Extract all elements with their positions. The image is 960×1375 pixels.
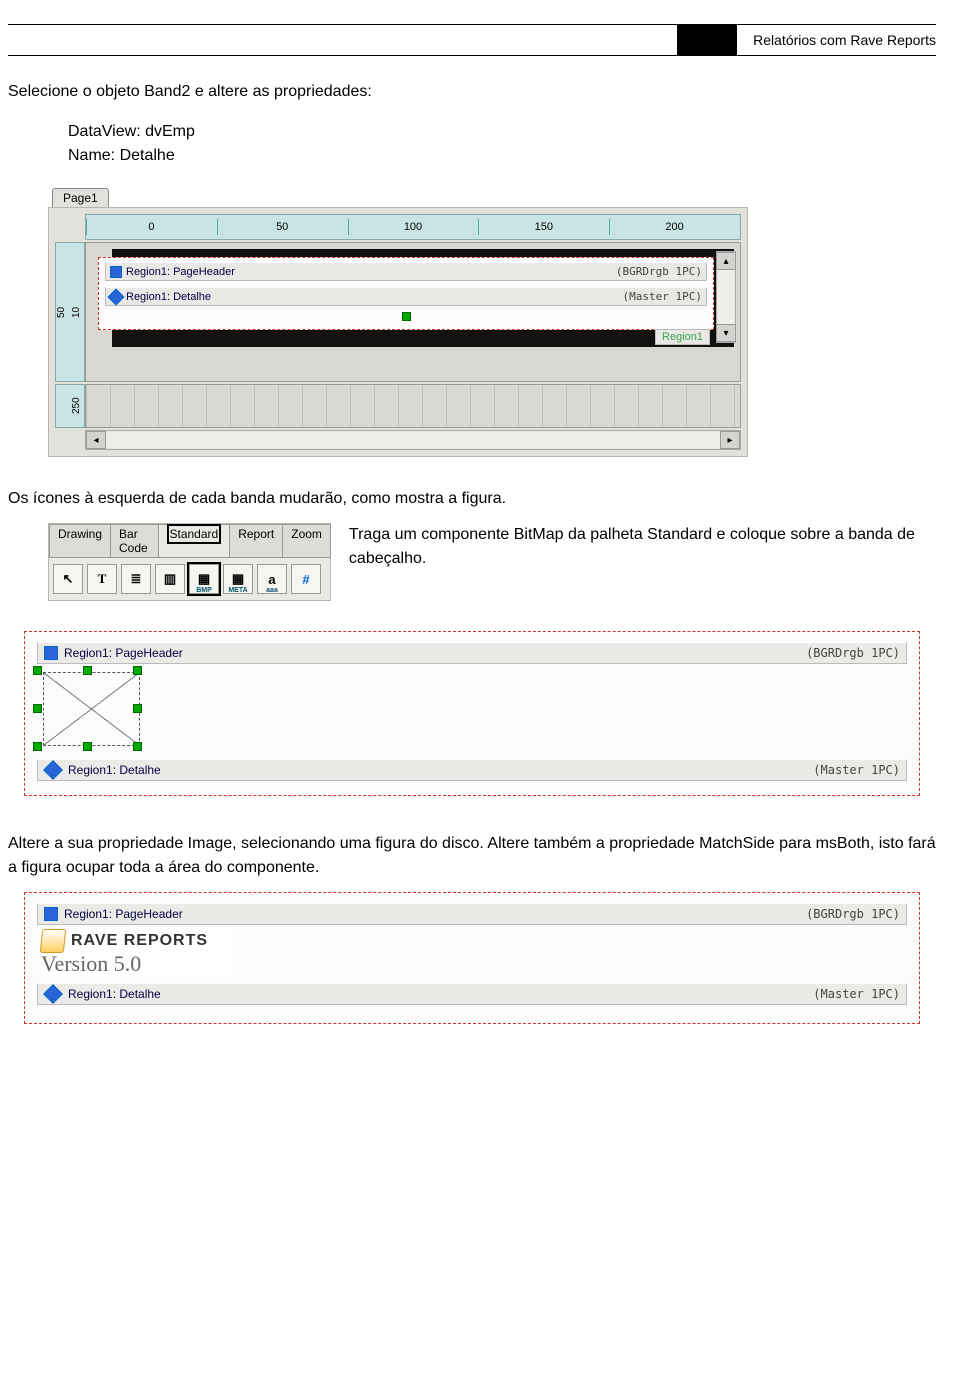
mid-text: Os ícones à esquerda de cada banda mudar… [8, 487, 936, 511]
tool-cursor[interactable]: ↖ [53, 564, 83, 594]
vertical-ruler-bottom: 250 [55, 384, 85, 428]
component-palette: Drawing Bar Code Standard Report Zoom ↖ … [48, 523, 331, 601]
ruler-tick: 200 [609, 221, 740, 233]
header-blackbox [677, 25, 737, 55]
vertical-ruler-top: 10 50 [55, 242, 85, 382]
scroll-right-button[interactable]: ▸ [720, 431, 740, 449]
tool-section[interactable]: ▥ [155, 564, 185, 594]
band-label: Region1: Detalhe [68, 987, 813, 1001]
resize-handle[interactable] [133, 666, 142, 675]
tool-memo[interactable]: ≣ [121, 564, 151, 594]
horizontal-ruler: 0 50 100 150 200 [85, 214, 741, 240]
palette-text: Traga um componente BitMap da palheta St… [349, 523, 936, 571]
resize-handle[interactable] [402, 312, 411, 321]
band-icon [43, 760, 63, 780]
intro-text: Selecione o objeto Band2 e altere as pro… [8, 80, 936, 104]
band-flags: (Master 1PC) [623, 290, 702, 303]
resize-handle[interactable] [133, 742, 142, 751]
region1[interactable]: Region1: PageHeader (BGRDrgb 1PC) Region… [98, 257, 714, 330]
header-title: Relatórios com Rave Reports [737, 32, 936, 48]
tool-bitmap[interactable]: BMP▦ [189, 564, 219, 594]
band-flags: (Master 1PC) [813, 987, 900, 1001]
resize-handle[interactable] [83, 666, 92, 675]
band-flags: (BGRDrgb 1PC) [806, 646, 900, 660]
band-icon [110, 266, 122, 278]
horizontal-scrollbar[interactable]: ◂ ▸ [85, 430, 741, 450]
page-header: Relatórios com Rave Reports [8, 24, 936, 56]
vertical-scrollbar[interactable]: ▴ ▾ [716, 251, 736, 343]
band-label: Region1: PageHeader [64, 907, 806, 921]
props-block: DataView: dvEmp Name: Detalhe [68, 120, 936, 168]
band-icon [44, 646, 58, 660]
page-tab[interactable]: Page1 [52, 188, 109, 207]
palette-tab-zoom[interactable]: Zoom [282, 524, 331, 557]
para-image-prop: Altere a sua propriedade Image, selecion… [8, 832, 936, 880]
band-pageheader[interactable]: Region1: PageHeader (BGRDrgb 1PC) [37, 642, 907, 664]
prop-name: Name: Detalhe [68, 144, 936, 168]
tool-fontmaster[interactable]: aaaa [257, 564, 287, 594]
screenshot-region-with-logo: Region1: PageHeader (BGRDrgb 1PC) RAVE R… [24, 892, 920, 1024]
band-label: Region1: Detalhe [126, 291, 623, 303]
resize-handle[interactable] [33, 704, 42, 713]
palette-tab-drawing[interactable]: Drawing [49, 524, 111, 557]
band-icon [44, 907, 58, 921]
ruler-tick: 10 [69, 243, 84, 381]
band-pageheader[interactable]: Region1: PageHeader (BGRDrgb 1PC) [37, 903, 907, 925]
screenshot-region-with-placeholder: Region1: PageHeader (BGRDrgb 1PC) Region… [24, 631, 920, 796]
screenshot-design-surface: Page1 0 50 100 150 200 10 50 [48, 188, 748, 457]
band-flags: (BGRDrgb 1PC) [806, 907, 900, 921]
band-label: Region1: Detalhe [68, 763, 813, 777]
resize-handle[interactable] [83, 742, 92, 751]
tool-metafile[interactable]: META▦ [223, 564, 253, 594]
band-label: Region1: PageHeader [126, 266, 616, 278]
ruler-tick: 250 [69, 385, 84, 427]
ruler-tick: 100 [348, 221, 479, 233]
ruler-tick: 0 [86, 221, 217, 233]
band-flags: (Master 1PC) [813, 763, 900, 777]
bitmap-placeholder[interactable] [43, 672, 140, 746]
design-canvas-lower[interactable] [85, 384, 741, 428]
scroll-up-button[interactable]: ▴ [716, 252, 736, 270]
rave-brand-text: RAVE REPORTS [71, 932, 208, 950]
resize-handle[interactable] [133, 704, 142, 713]
tool-text[interactable]: T [87, 564, 117, 594]
palette-tab-standard[interactable]: Standard [158, 524, 231, 557]
resize-handle[interactable] [33, 666, 42, 675]
resize-handle[interactable] [33, 742, 42, 751]
ruler-tick: 50 [54, 243, 69, 381]
band-icon [108, 288, 125, 305]
rave-logo: RAVE REPORTS Version 5.0 [41, 929, 231, 977]
ruler-tick: 150 [478, 221, 609, 233]
palette-tab-report[interactable]: Report [229, 524, 283, 557]
scroll-left-button[interactable]: ◂ [86, 431, 106, 449]
scroll-down-button[interactable]: ▾ [716, 324, 736, 342]
band-flags: (BGRDrgb 1PC) [616, 265, 702, 278]
band-label: Region1: PageHeader [64, 646, 806, 660]
design-canvas[interactable]: Region1: PageHeader (BGRDrgb 1PC) Region… [85, 242, 741, 382]
band-pageheader[interactable]: Region1: PageHeader (BGRDrgb 1PC) [105, 262, 707, 281]
tool-pagenum[interactable]: # [291, 564, 321, 594]
palette-tab-barcode[interactable]: Bar Code [110, 524, 158, 557]
rave-version: Version 5.0 [41, 951, 141, 977]
band-detalhe[interactable]: Region1: Detalhe (Master 1PC) [37, 759, 907, 781]
ruler-tick: 50 [217, 221, 348, 233]
band-icon [43, 984, 63, 1004]
prop-dataview: DataView: dvEmp [68, 120, 936, 144]
rave-book-icon [40, 929, 67, 953]
region-label: Region1 [655, 329, 710, 345]
band-detalhe[interactable]: Region1: Detalhe (Master 1PC) [37, 983, 907, 1005]
band-detalhe[interactable]: Region1: Detalhe (Master 1PC) [105, 287, 707, 306]
